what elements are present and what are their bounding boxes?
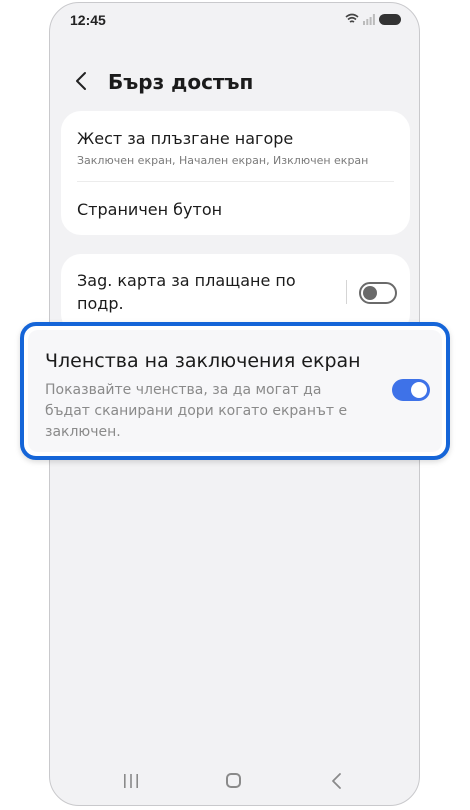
chevron-left-icon[interactable] (72, 69, 92, 93)
swipe-up-title: Жест за плъзгане нагоре (77, 129, 294, 148)
home-icon[interactable] (226, 773, 241, 788)
wifi-icon (345, 13, 359, 23)
status-time: 12:45 (70, 12, 106, 28)
default-card-toggle[interactable] (359, 282, 397, 304)
lock-screen-memberships-highlight[interactable]: Членства на заключения екран Показвайте … (20, 322, 450, 460)
battery-icon (379, 13, 401, 25)
signal-icon (363, 13, 375, 25)
lock-screen-memberships-toggle[interactable] (392, 379, 430, 401)
status-icons (345, 13, 401, 25)
default-card-title-line1: Заg. карта за плащане по (77, 271, 296, 290)
page-title: Бърз достъп (108, 70, 254, 94)
default-card-title-line2: подр. (77, 294, 124, 313)
lock-screen-memberships-title: Членства на заключения екран (45, 350, 361, 372)
lock-screen-memberships-description: Показвайте членства, за да могат да бъда… (45, 382, 348, 440)
highlight-card: Членства на заключения екран Показвайте … (28, 330, 442, 452)
settings-card: Жест за плъзгане нагоре Заключен екран, … (61, 111, 410, 235)
header: Бърз достъп (50, 61, 419, 101)
separator (346, 280, 347, 304)
divider (77, 181, 394, 182)
side-button-title: Страничен бутон (77, 200, 223, 219)
toggle-knob (411, 382, 427, 398)
toggle-knob (363, 286, 377, 300)
status-bar: 12:45 (50, 3, 419, 39)
swipe-up-subtitle: Заключен екран, Начален екран, Изключен … (77, 154, 369, 167)
navigation-bar (50, 755, 419, 805)
recents-icon[interactable] (122, 773, 140, 789)
back-icon[interactable] (330, 772, 344, 790)
